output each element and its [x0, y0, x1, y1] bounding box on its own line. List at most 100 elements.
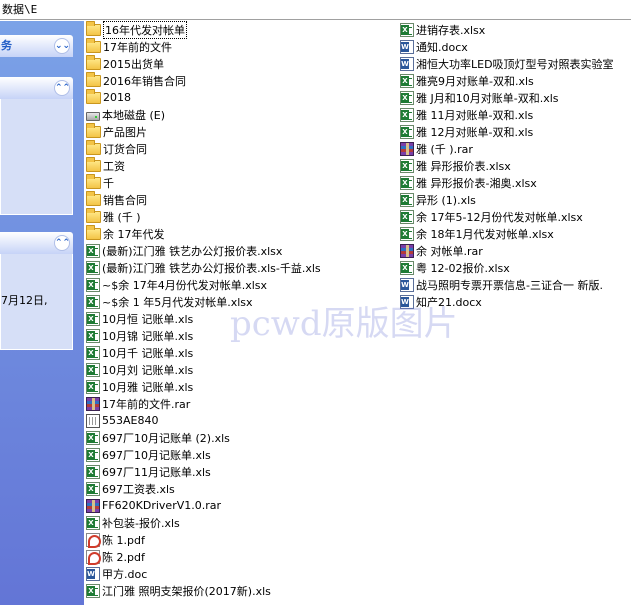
file-name: 10月千 记账单.xls [102, 346, 194, 360]
file-item[interactable]: 本地磁盘 (E) [86, 106, 321, 123]
word-file-icon [400, 277, 414, 292]
excel-file-icon [86, 379, 100, 394]
file-item[interactable]: 697厂10月记账单.xls [86, 446, 321, 463]
collapse-panel-icon[interactable]: ⌄⌄ [54, 38, 70, 54]
address-bar[interactable]: 数据\E [0, 0, 631, 20]
file-item[interactable]: 补包装-报价.xls [86, 514, 321, 531]
file-name: 雅 (千 ) [103, 210, 141, 224]
file-name: 553AE840 [102, 414, 159, 427]
file-name: 697厂10月记账单 (2).xls [102, 431, 230, 445]
file-item[interactable]: 雅亮9月对账单-双和.xls [400, 72, 614, 89]
file-name: 余 17年代发 [103, 227, 165, 241]
file-item[interactable]: FF620KDriverV1.0.rar [86, 497, 321, 514]
file-item[interactable]: 余 18年1月代发对帐单.xlsx [400, 225, 614, 242]
file-item[interactable]: 16年代发对帐单 [86, 21, 321, 39]
file-name: 2016年销售合同 [103, 74, 186, 88]
folder-icon [86, 54, 101, 70]
file-name: 千 [103, 176, 114, 190]
file-column-right: 进销存表.xlsx 通知.docx 湘恒大功率LED吸顶灯型号对照表实验室雅亮9月对… [400, 21, 614, 310]
file-name: 知产21.docx [416, 295, 482, 309]
folder-icon [86, 21, 101, 36]
file-item[interactable]: 2018 [86, 88, 321, 106]
file-item[interactable]: 进销存表.xlsx [400, 21, 614, 38]
file-name: 销售合同 [103, 193, 147, 207]
file-item[interactable]: ~$余 17年4月份代发对帐单.xlsx [86, 276, 321, 293]
file-list[interactable]: 16年代发对帐单 17年前的文件 2015出货单 2016年销售合同 2018 本地磁盘 … [84, 21, 631, 605]
file-item[interactable]: 雅 J月和10月对账单-双和.xls [400, 89, 614, 106]
file-item[interactable]: 697厂11月记账单.xls [86, 463, 321, 480]
file-item[interactable]: 陈 2.pdf [86, 548, 321, 565]
generic-file-icon [86, 413, 100, 428]
file-item[interactable]: 10月千 记账单.xls [86, 344, 321, 361]
file-item[interactable]: 甲方.doc [86, 565, 321, 582]
file-item[interactable]: 10月雅 记账单.xls [86, 378, 321, 395]
excel-file-icon [400, 73, 414, 88]
file-item[interactable]: 余 17年5-12月份代发对帐单.xlsx [400, 208, 614, 225]
taskpane-panel-3-header[interactable]: ⌃⌃ [0, 232, 73, 254]
file-item[interactable]: 17年前的文件 [86, 37, 321, 55]
file-item[interactable]: 雅 (千 ).rar [400, 140, 614, 157]
excel-file-icon [86, 447, 100, 462]
file-item[interactable]: 余 对帐单.rar [400, 242, 614, 259]
file-item[interactable]: 雅 (千 ) [86, 207, 321, 225]
file-name: 雅 12月对账单-双和.xls [416, 125, 534, 139]
rar-archive-icon [400, 141, 414, 156]
file-item[interactable]: 10月恒 记账单.xls [86, 310, 321, 327]
file-item[interactable]: 雅 异形报价表.xlsx [400, 157, 614, 174]
file-item[interactable]: 697工资表.xls [86, 480, 321, 497]
file-item[interactable]: 10月锦 记账单.xls [86, 327, 321, 344]
file-item[interactable]: 湘恒大功率LED吸顶灯型号对照表实验室 [400, 55, 614, 72]
excel-file-icon [86, 260, 100, 275]
folder-icon [86, 173, 101, 189]
excel-file-icon [86, 362, 100, 377]
file-name: 17年前的文件.rar [102, 397, 191, 411]
excel-file-icon [400, 22, 414, 37]
file-item[interactable]: 雅 12月对账单-双和.xls [400, 123, 614, 140]
file-name: ~$余 17年4月份代发对帐单.xlsx [102, 278, 268, 292]
file-item[interactable]: (最新)江门雅 铁艺办公灯报价表.xls-千益.xls [86, 259, 321, 276]
excel-file-icon [86, 345, 100, 360]
excel-file-icon [86, 464, 100, 479]
pdf-file-icon [86, 532, 101, 548]
file-item[interactable]: 雅 异形报价表-湘奥.xlsx [400, 174, 614, 191]
file-item[interactable]: 异形 (1).xls [400, 191, 614, 208]
excel-file-icon [86, 481, 100, 496]
taskpane-panel-1-header[interactable]: 务 ⌄⌄ [0, 35, 73, 57]
file-name: 雅 (千 ).rar [416, 142, 473, 156]
file-item[interactable]: 工资 [86, 156, 321, 174]
expand-panel-icon[interactable]: ⌃⌃ [54, 80, 70, 96]
file-item[interactable]: 余 17年代发 [86, 224, 321, 242]
file-item[interactable]: 知产21.docx [400, 293, 614, 310]
file-item[interactable]: 陈 1.pdf [86, 531, 321, 548]
file-item[interactable]: 订货合同 [86, 139, 321, 157]
file-name: 697厂11月记账单.xls [102, 465, 211, 479]
excel-file-icon [400, 124, 414, 139]
file-item[interactable]: 17年前的文件.rar [86, 395, 321, 412]
folder-icon [86, 224, 101, 240]
expand-panel-icon[interactable]: ⌃⌃ [54, 235, 70, 251]
word-file-icon [400, 294, 414, 309]
file-item[interactable]: 2016年销售合同 [86, 71, 321, 89]
pdf-file-icon [86, 549, 101, 565]
file-item[interactable]: 697厂10月记账单 (2).xls [86, 429, 321, 446]
excel-file-icon [400, 209, 414, 224]
file-item[interactable]: 产品图片 [86, 122, 321, 140]
file-item[interactable]: 千 [86, 173, 321, 191]
taskpane-panel-2-header[interactable]: ⌃⌃ [0, 77, 73, 99]
file-item[interactable]: ~$余 1 年5月代发对帐单.xlsx [86, 293, 321, 310]
file-name: 余 对帐单.rar [416, 244, 483, 258]
file-item[interactable]: 10月刘 记账单.xls [86, 361, 321, 378]
folder-icon [86, 139, 101, 155]
file-item[interactable]: 粤 12-02报价.xlsx [400, 259, 614, 276]
file-name: 17年前的文件 [103, 40, 172, 54]
file-item[interactable]: 雅 11月对账单-双和.xls [400, 106, 614, 123]
file-item[interactable]: 销售合同 [86, 190, 321, 208]
file-item[interactable]: 江门雅 照明支架报价(2017新).xls [86, 582, 321, 599]
rar-archive-icon [86, 498, 100, 513]
file-item[interactable]: 战马照明专票开票信息-三证合一 新版. [400, 276, 614, 293]
file-item[interactable]: 553AE840 [86, 412, 321, 429]
file-item[interactable]: (最新)江门雅 铁艺办公灯报价表.xlsx [86, 242, 321, 259]
address-path[interactable]: 数据\E [2, 3, 37, 16]
file-item[interactable]: 2015出货单 [86, 54, 321, 72]
file-item[interactable]: 通知.docx [400, 38, 614, 55]
